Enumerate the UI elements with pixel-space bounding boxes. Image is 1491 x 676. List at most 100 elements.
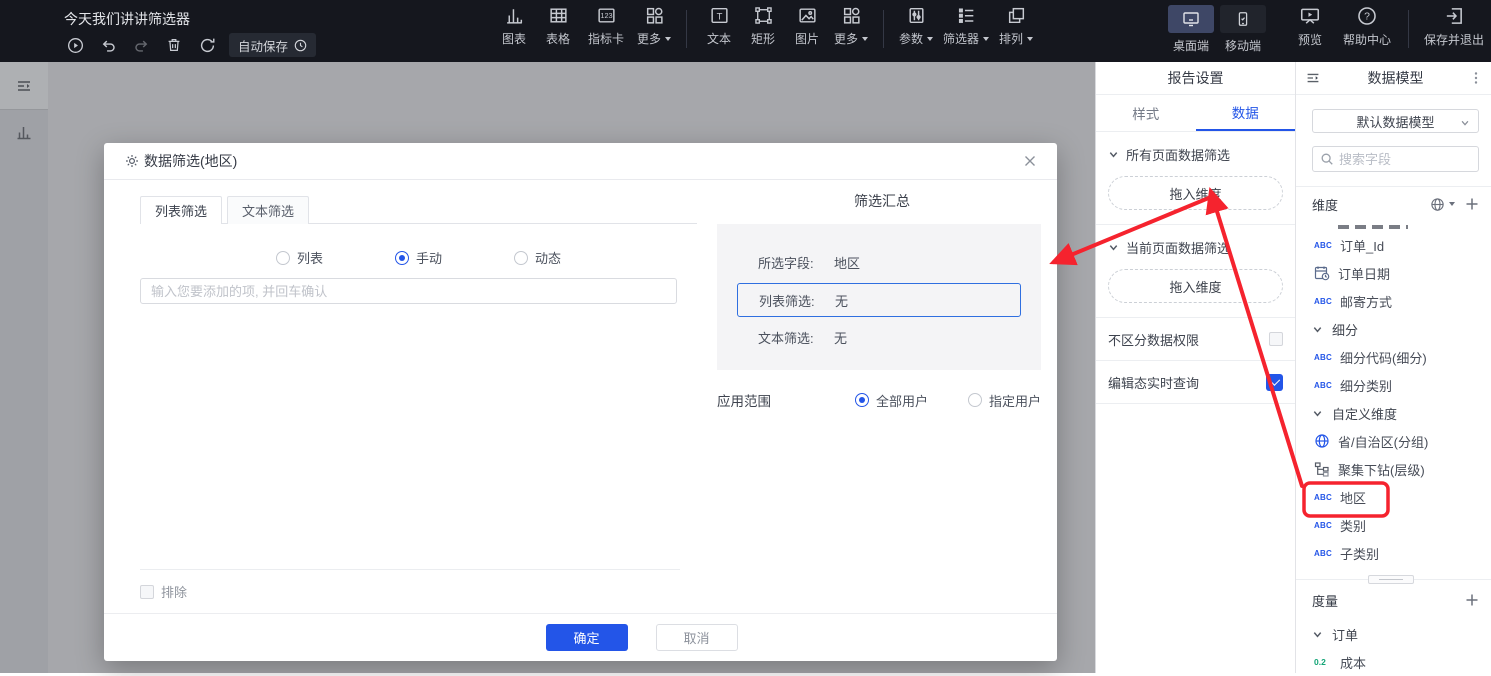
data-filter-dialog: 数据筛选(地区) 列表筛选 文本筛选 列表 手动 动态 bbox=[104, 143, 1057, 661]
globe-dropdown-button[interactable] bbox=[1430, 197, 1455, 212]
tool-rectangle[interactable]: 矩形 bbox=[741, 5, 785, 47]
image-icon bbox=[797, 5, 818, 26]
radio-circle bbox=[276, 251, 290, 265]
tool-table[interactable]: 表格 bbox=[536, 5, 580, 47]
kebab-menu-icon[interactable] bbox=[1469, 71, 1483, 85]
top-toolbar: 今天我们讲讲筛选器 自动保存 图表 表格 123 bbox=[0, 0, 1491, 62]
search-input[interactable] bbox=[1339, 152, 1459, 167]
toolbar-separator bbox=[883, 10, 884, 48]
section-all-pages-filter[interactable]: 所有页面数据筛选 bbox=[1096, 132, 1295, 164]
chevron-down-icon bbox=[862, 37, 868, 41]
field-row[interactable]: 聚集下钻(层级) bbox=[1296, 455, 1491, 483]
chevron-down-icon bbox=[1108, 242, 1119, 253]
exclude-checkbox-row[interactable]: 排除 bbox=[140, 582, 697, 601]
clock-icon bbox=[294, 39, 307, 52]
undo-icon[interactable] bbox=[97, 34, 119, 56]
tab-data[interactable]: 数据 bbox=[1196, 95, 1296, 131]
model-selector-dropdown[interactable]: 默认数据模型 bbox=[1312, 109, 1479, 133]
field-row[interactable]: 省/自治区(分组) bbox=[1296, 427, 1491, 455]
tab-style[interactable]: 样式 bbox=[1096, 95, 1196, 131]
tool-metric-card[interactable]: 123 指标卡 bbox=[580, 5, 632, 47]
preview-button[interactable]: 预览 bbox=[1284, 5, 1336, 48]
sidebar-charts-button[interactable] bbox=[0, 110, 48, 154]
clear-trash-icon[interactable] bbox=[163, 34, 185, 56]
tool-parameters[interactable]: 参数 bbox=[894, 5, 938, 47]
save-exit-button[interactable]: 保存并退出 bbox=[1419, 5, 1489, 48]
abc-type-icon: ABC bbox=[1314, 241, 1332, 250]
number-type-icon: 0.2 bbox=[1314, 657, 1332, 667]
radio-dynamic-mode[interactable]: 动态 bbox=[514, 248, 561, 267]
field-row[interactable]: ABC 邮寄方式 bbox=[1296, 287, 1491, 315]
tool-more-charts[interactable]: 更多 bbox=[632, 5, 676, 47]
dropzone-current-page[interactable]: 拖入维度 bbox=[1108, 269, 1283, 303]
gear-icon bbox=[124, 153, 140, 169]
field-row[interactable]: ABC 类别 bbox=[1296, 511, 1491, 539]
collapse-panel-icon[interactable] bbox=[1304, 69, 1322, 87]
field-row[interactable]: ABC 订单_Id bbox=[1296, 231, 1491, 259]
mobile-mode-label: 移动端 bbox=[1225, 37, 1261, 54]
section-current-page-filter[interactable]: 当前页面数据筛选 bbox=[1096, 225, 1295, 257]
chevron-down-icon bbox=[1312, 629, 1323, 640]
globe-icon bbox=[1430, 197, 1445, 212]
tool-image[interactable]: 图片 bbox=[785, 5, 829, 47]
summary-row-list-filter[interactable]: 列表筛选: 无 bbox=[737, 283, 1021, 317]
tool-chart[interactable]: 图表 bbox=[492, 5, 536, 47]
collapse-panel-icon bbox=[14, 76, 34, 96]
tool-more-elements[interactable]: 更多 bbox=[829, 5, 873, 47]
tab-text-filter[interactable]: 文本筛选 bbox=[227, 196, 309, 224]
history-icon[interactable] bbox=[64, 34, 86, 56]
data-model-header: 数据模型 bbox=[1296, 62, 1491, 95]
measure-row[interactable]: 0.2 成本 bbox=[1296, 648, 1491, 676]
metric-card-icon: 123 bbox=[596, 5, 617, 26]
dimensions-header: 维度 bbox=[1296, 187, 1491, 221]
abc-type-icon: ABC bbox=[1314, 549, 1332, 558]
radio-manual-mode[interactable]: 手动 bbox=[395, 248, 442, 267]
refresh-icon[interactable] bbox=[196, 34, 218, 56]
toggle-ignore-permissions[interactable]: 不区分数据权限 bbox=[1096, 318, 1295, 361]
tool-filters[interactable]: 筛选器 bbox=[938, 5, 994, 47]
chevron-down-icon bbox=[1027, 37, 1033, 41]
tab-list-filter[interactable]: 列表筛选 bbox=[140, 196, 222, 224]
svg-text:?: ? bbox=[1364, 12, 1370, 23]
toggle-live-query[interactable]: 编辑态实时查询 bbox=[1096, 361, 1295, 404]
report-settings-tabs: 样式 数据 bbox=[1096, 95, 1295, 132]
tool-text[interactable]: T 文本 bbox=[697, 5, 741, 47]
report-settings-title: 报告设置 bbox=[1096, 62, 1295, 95]
measure-group-row[interactable]: 订单 bbox=[1296, 620, 1491, 648]
close-icon[interactable] bbox=[1021, 152, 1039, 170]
field-row[interactable]: 订单日期 bbox=[1296, 259, 1491, 287]
checkbox-unchecked[interactable] bbox=[1269, 332, 1283, 346]
insert-toolbar: 图表 表格 123 指标卡 更多 T 文本 矩形 图片 更多 bbox=[492, 5, 1038, 48]
field-row-region-highlighted[interactable]: ABC 地区 bbox=[1296, 483, 1491, 511]
chevron-down-icon bbox=[927, 37, 933, 41]
redo-icon[interactable] bbox=[130, 34, 152, 56]
desktop-mode-button[interactable] bbox=[1168, 5, 1214, 33]
checkbox-checked[interactable] bbox=[1266, 374, 1283, 391]
add-dimension-icon[interactable] bbox=[1465, 197, 1479, 211]
search-field-box[interactable] bbox=[1312, 146, 1479, 172]
field-row[interactable]: ABC 细分代码(细分) bbox=[1296, 343, 1491, 371]
field-row[interactable]: ABC 细分类别 bbox=[1296, 371, 1491, 399]
field-row[interactable]: ABC 子类别 bbox=[1296, 539, 1491, 567]
confirm-button[interactable]: 确定 bbox=[546, 624, 628, 651]
abc-type-icon: ABC bbox=[1314, 521, 1332, 530]
radio-specified-users[interactable]: 指定用户 bbox=[968, 391, 1041, 410]
radio-all-users[interactable]: 全部用户 bbox=[855, 391, 928, 410]
field-group-row[interactable]: 自定义维度 bbox=[1296, 399, 1491, 427]
resize-handle[interactable] bbox=[1368, 575, 1414, 584]
radio-list-mode[interactable]: 列表 bbox=[276, 248, 323, 267]
autosave-badge[interactable]: 自动保存 bbox=[229, 33, 316, 57]
mobile-mode-button[interactable] bbox=[1220, 5, 1266, 33]
scope-label: 应用范围 bbox=[717, 390, 771, 410]
help-center-button[interactable]: ? 帮助中心 bbox=[1336, 5, 1398, 48]
dropzone-all-pages[interactable]: 拖入维度 bbox=[1108, 176, 1283, 210]
collapse-panel-button[interactable] bbox=[0, 62, 48, 110]
field-group-row[interactable]: 细分 bbox=[1296, 315, 1491, 343]
tool-arrange[interactable]: 排列 bbox=[994, 5, 1038, 47]
add-measure-icon[interactable] bbox=[1465, 593, 1479, 607]
section-resize-divider bbox=[1296, 579, 1491, 580]
abc-type-icon: ABC bbox=[1314, 353, 1332, 362]
document-title[interactable]: 今天我们讲讲筛选器 bbox=[64, 9, 190, 29]
add-item-input[interactable] bbox=[140, 278, 677, 304]
cancel-button[interactable]: 取消 bbox=[656, 624, 738, 651]
